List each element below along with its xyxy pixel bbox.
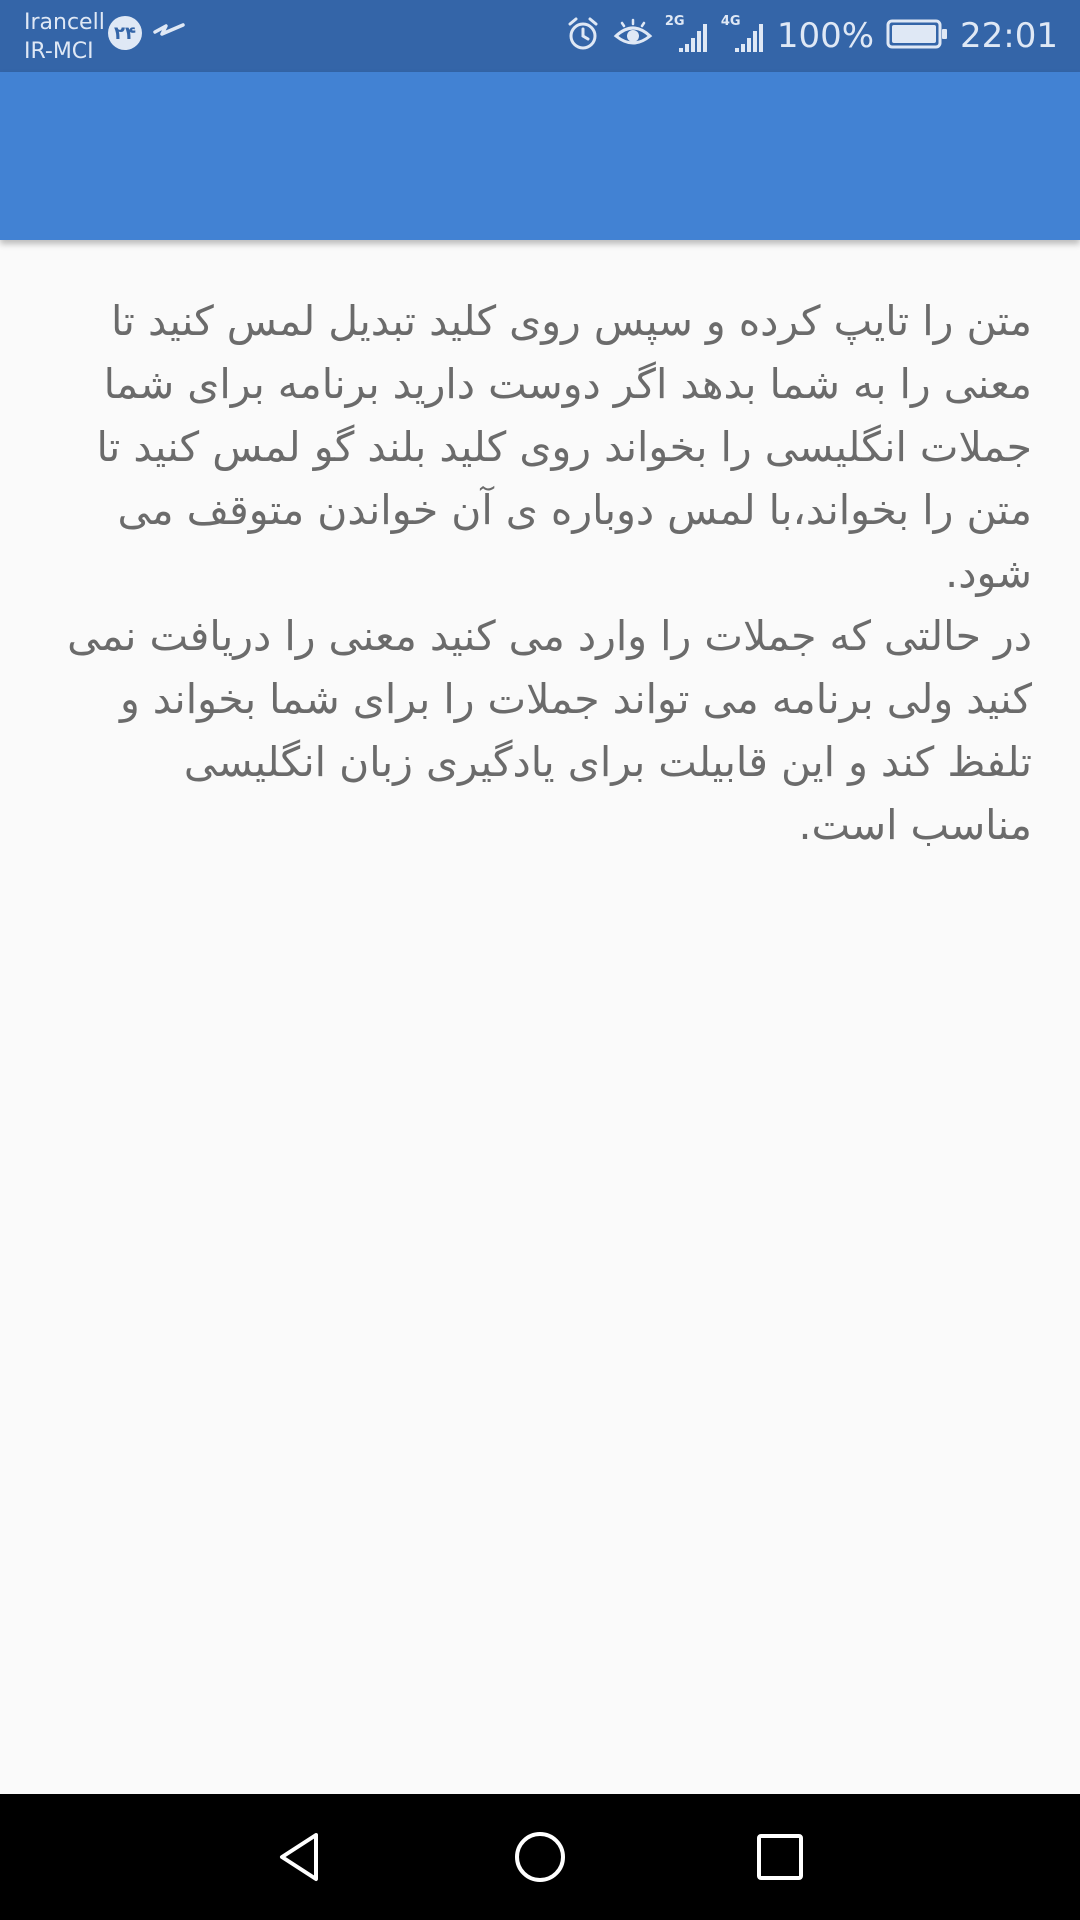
system-icons: 2G 4G 100% 22:01 [565, 14, 1058, 58]
network-type-1: 2G [664, 14, 685, 29]
home-button[interactable] [505, 1822, 575, 1892]
battery-percent: 100% [776, 16, 875, 56]
recents-button[interactable] [745, 1822, 815, 1892]
recents-icon [757, 1834, 803, 1880]
notification-icon [152, 16, 186, 50]
carrier-info: Irancell IR-MCI [24, 8, 105, 66]
alarm-icon [565, 16, 601, 56]
notification-icons: ۲۴ [108, 16, 186, 50]
instructions-text: متن را تایپ کرده و سپس روی کلید تبدیل لم… [67, 297, 1032, 849]
carrier-name-2: IR-MCI [24, 39, 94, 64]
status-bar: Irancell IR-MCI ۲۴ 2G 4G 100% 22:01 [0, 0, 1080, 72]
network-type-2: 4G [720, 14, 741, 29]
signal-icon-2g: 2G [665, 14, 709, 54]
signal-icon-4g: 4G [721, 14, 765, 54]
home-icon [515, 1832, 565, 1882]
eye-comfort-icon [613, 17, 653, 55]
battery-icon [886, 18, 948, 54]
back-button[interactable] [265, 1822, 335, 1892]
carrier-name-1: Irancell [24, 10, 105, 35]
notification-badge-icon: ۲۴ [108, 16, 142, 50]
app-toolbar [0, 72, 1080, 240]
clock: 22:01 [960, 16, 1058, 56]
back-icon [280, 1833, 318, 1881]
navigation-bar [0, 1794, 1080, 1920]
